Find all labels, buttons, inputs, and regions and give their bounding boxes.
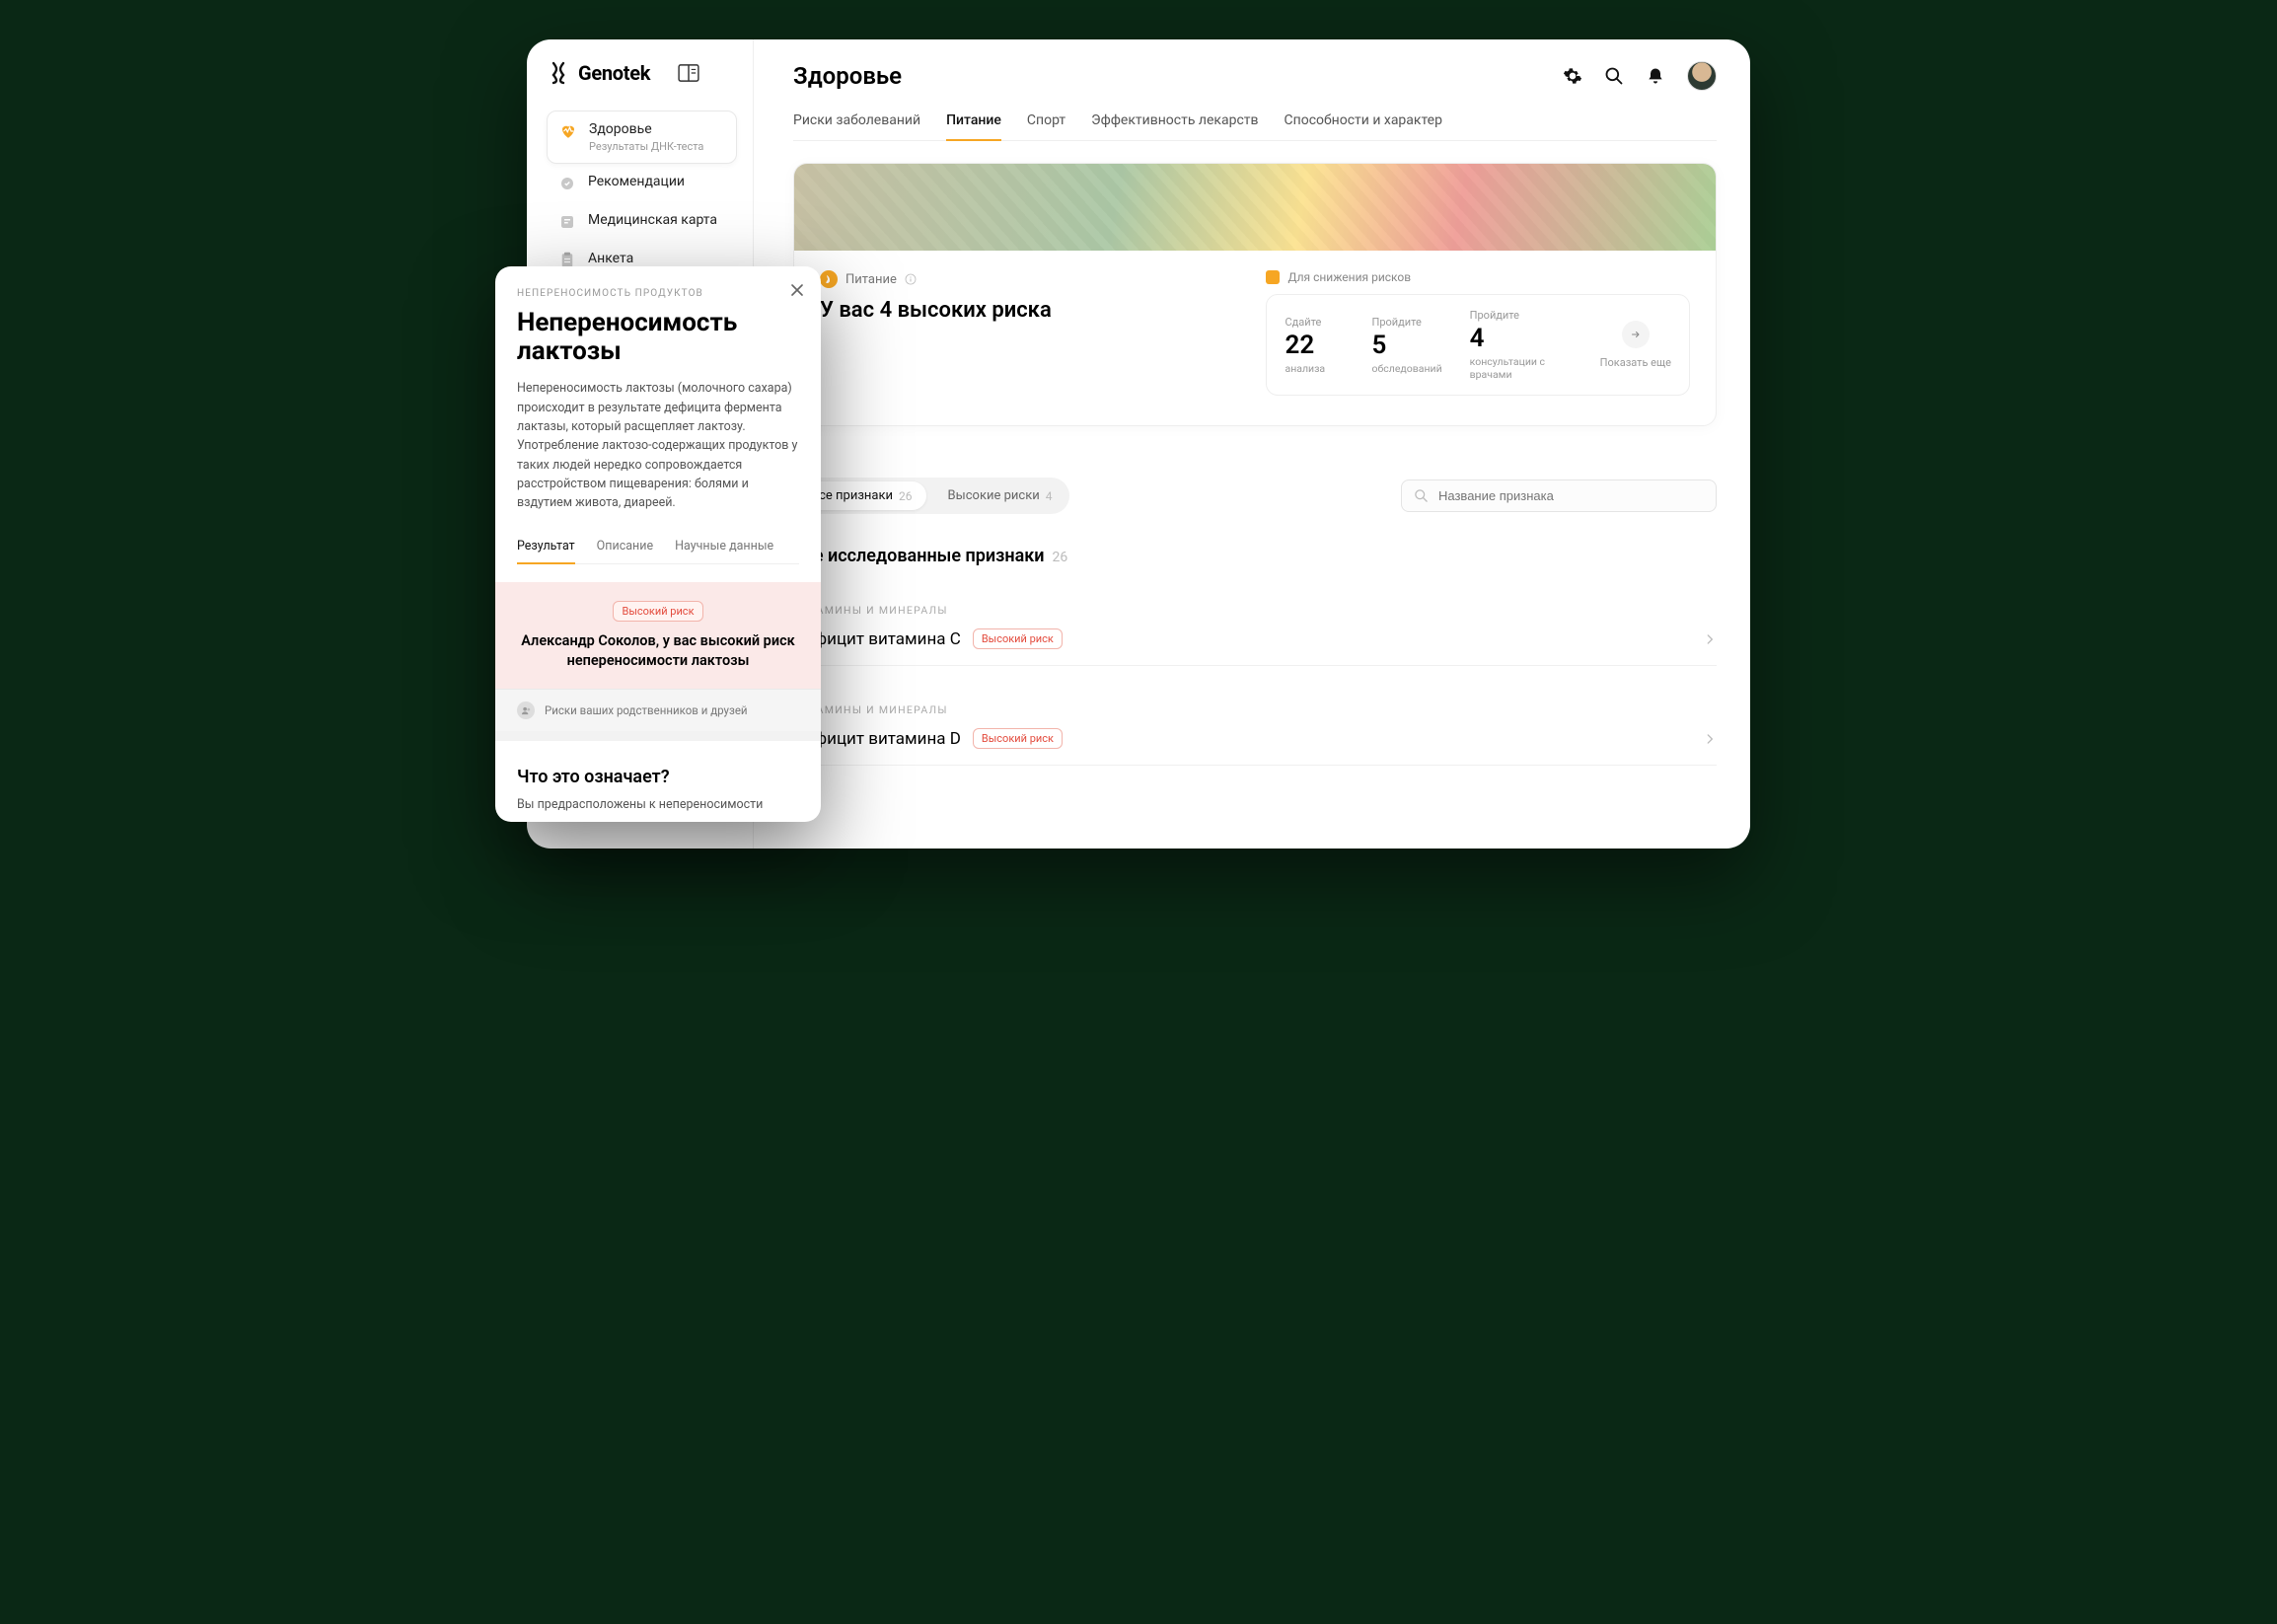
tab-drugs[interactable]: Эффективность лекарств bbox=[1091, 103, 1258, 140]
tab-nutrition[interactable]: Питание bbox=[946, 103, 1001, 140]
chip-high-risks[interactable]: Высокие риски 4 bbox=[934, 481, 1066, 510]
gear-icon[interactable] bbox=[1563, 66, 1582, 86]
arrow-right-icon bbox=[1622, 321, 1650, 348]
nutrition-dot-icon bbox=[820, 270, 838, 288]
meaning-body: Вы предрасположены к непереносимости bbox=[517, 797, 799, 812]
tabs: Риски заболеваний Питание Спорт Эффектив… bbox=[793, 103, 1717, 141]
detail-tabs: Результат Описание Научные данные bbox=[517, 531, 799, 564]
brand-name: Genotek bbox=[578, 61, 650, 85]
avatar[interactable] bbox=[1687, 61, 1717, 91]
detail-card: НЕПЕРЕНОСИМОСТЬ ПРОДУКТОВ Непереносимост… bbox=[495, 266, 821, 822]
risk-message: Александр Соколов, у вас высокий риск не… bbox=[517, 631, 799, 672]
close-icon[interactable] bbox=[787, 280, 807, 300]
show-more-button[interactable]: Показать еще bbox=[1600, 321, 1671, 369]
group-label: ВИТАМИНЫ И МИНЕРАЛЫ bbox=[793, 703, 1717, 716]
tab-abilities[interactable]: Способности и характер bbox=[1285, 103, 1442, 140]
detail-tab-science[interactable]: Научные данные bbox=[675, 531, 773, 563]
search-icon[interactable] bbox=[1604, 66, 1624, 86]
reduce-risks-label: Для снижения рисков bbox=[1266, 270, 1690, 284]
info-icon[interactable] bbox=[905, 273, 917, 285]
chevron-right-icon bbox=[1703, 632, 1717, 646]
sidebar-item-label: Рекомендации bbox=[588, 174, 685, 189]
meaning-title: Что это означает? bbox=[517, 767, 799, 787]
detail-description: Непереносимость лактозы (молочного сахар… bbox=[517, 379, 799, 513]
logo-icon bbox=[547, 61, 570, 85]
search-field[interactable] bbox=[1401, 480, 1717, 512]
search-icon bbox=[1414, 488, 1429, 503]
hero-image bbox=[794, 164, 1716, 251]
sidebar-item-recommendations[interactable]: Рекомендации bbox=[547, 164, 737, 202]
page-title: Здоровье bbox=[793, 62, 902, 90]
risk-badge: Высокий риск bbox=[973, 628, 1063, 649]
detail-eyebrow: НЕПЕРЕНОСИМОСТЬ ПРОДУКТОВ bbox=[517, 288, 799, 299]
sidebar-item-label: Медицинская карта bbox=[588, 212, 717, 228]
heart-icon bbox=[559, 122, 577, 140]
sidebar-item-medcard[interactable]: Медицинская карта bbox=[547, 202, 737, 241]
sidebar-item-label: Здоровье bbox=[589, 121, 703, 137]
sidebar-item-health[interactable]: Здоровье Результаты ДНК-теста bbox=[547, 111, 737, 164]
hero-headline: У вас 4 высоких риска bbox=[820, 298, 1226, 323]
brand: Genotek bbox=[547, 61, 737, 85]
hero-category: Питание bbox=[820, 270, 1226, 288]
result-block: Высокий риск Александр Соколов, у вас вы… bbox=[495, 582, 821, 690]
filter-row: Все признаки 26 Высокие риски 4 bbox=[793, 478, 1717, 514]
result-row-vitd[interactable]: Дефицит витамина D Высокий риск bbox=[793, 716, 1717, 766]
stat-tests: Сдайте 22 анализа bbox=[1285, 316, 1344, 375]
risk-badge: Высокий риск bbox=[973, 728, 1063, 749]
group-label: ВИТАМИНЫ И МИНЕРАЛЫ bbox=[793, 604, 1717, 617]
detail-tab-result[interactable]: Результат bbox=[517, 531, 575, 563]
sidebar-item-label: Анкета bbox=[588, 251, 633, 266]
card-icon bbox=[558, 213, 576, 231]
main-content: Здоровье Риски заболеваний Питание Спорт… bbox=[754, 39, 1750, 849]
detail-title: Непереносимость лактозы bbox=[517, 309, 799, 365]
search-input[interactable] bbox=[1438, 488, 1704, 503]
chipset: Все признаки 26 Высокие риски 4 bbox=[793, 478, 1069, 514]
sidebar-item-sub: Результаты ДНК-теста bbox=[589, 140, 703, 153]
bell-icon[interactable] bbox=[1646, 66, 1665, 86]
hero-category-label: Питание bbox=[845, 272, 897, 287]
divider-strip bbox=[495, 731, 821, 741]
reduce-risks-icon bbox=[1266, 270, 1280, 284]
topbar: Здоровье bbox=[793, 61, 1717, 91]
chevron-right-icon bbox=[1703, 732, 1717, 746]
people-icon bbox=[517, 701, 535, 719]
relatives-row[interactable]: Риски ваших родственников и друзей bbox=[495, 689, 821, 731]
book-icon[interactable] bbox=[678, 64, 699, 82]
section-title: Все исследованные признаки 26 bbox=[793, 546, 1717, 566]
topbar-actions bbox=[1563, 61, 1717, 91]
hero-card: Питание У вас 4 высоких риска Для снижен… bbox=[793, 163, 1717, 426]
risk-badge: Высокий риск bbox=[613, 601, 702, 622]
tab-diseases[interactable]: Риски заболеваний bbox=[793, 103, 920, 140]
tab-sport[interactable]: Спорт bbox=[1027, 103, 1065, 140]
meaning-section: Что это означает? Вы предрасположены к н… bbox=[517, 767, 799, 812]
badge-icon bbox=[558, 175, 576, 192]
stat-exams: Пройдите 5 обследований bbox=[1371, 316, 1441, 375]
result-row-vitc[interactable]: Дефицит витамина C Высокий риск bbox=[793, 617, 1717, 666]
stat-consults: Пройдите 4 консультации с врачами bbox=[1470, 309, 1559, 381]
detail-tab-description[interactable]: Описание bbox=[597, 531, 653, 563]
stats-card: Сдайте 22 анализа Пройдите 5 обследовани… bbox=[1266, 294, 1690, 396]
